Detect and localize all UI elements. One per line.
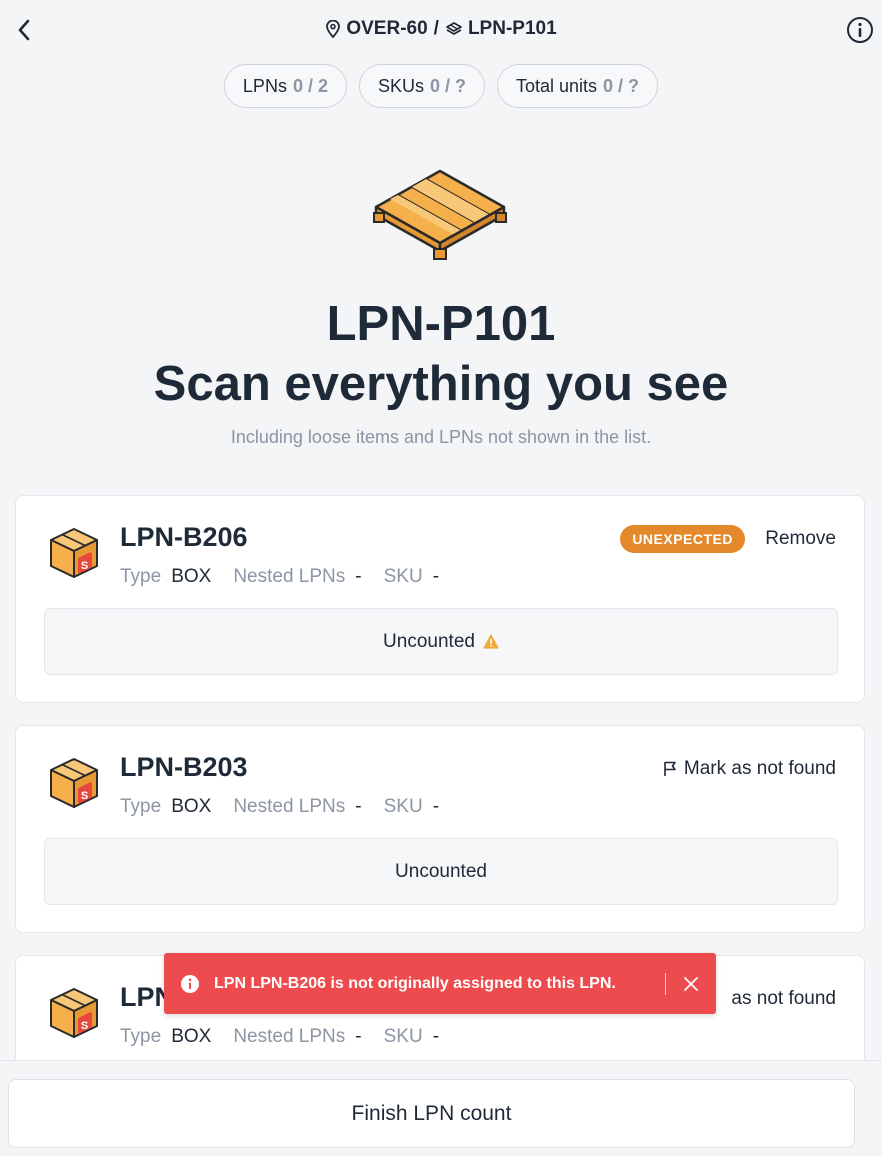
- nested-label: Nested LPNs: [233, 1026, 346, 1047]
- top-bar: OVER-60 / LPN-P101: [0, 0, 882, 60]
- svg-text:S: S: [81, 560, 88, 572]
- breadcrumb-separator: /: [433, 18, 439, 39]
- counter-value: 0 / ?: [603, 75, 640, 96]
- lpn-card[interactable]: S LPN-B206 UNEXPECTED Remove Type BOX Ne…: [15, 495, 865, 703]
- info-icon: [847, 17, 873, 43]
- sku-value: -: [432, 1026, 440, 1047]
- mark-not-found-label: as not found: [731, 988, 836, 1009]
- sku-label: SKU: [383, 796, 423, 817]
- mark-not-found-button[interactable]: Mark as not found: [663, 758, 836, 780]
- sku-label: SKU: [383, 566, 423, 587]
- count-status[interactable]: Uncounted: [44, 838, 838, 905]
- svg-text:S: S: [81, 790, 88, 802]
- type-label: Type: [120, 796, 162, 817]
- sku-value: -: [432, 796, 440, 817]
- lpn-meta: Type BOX Nested LPNs - SKU -: [120, 796, 461, 818]
- counter-label: Total units: [516, 75, 598, 96]
- unexpected-badge: UNEXPECTED: [620, 525, 745, 553]
- lpns-counter: LPNs 0 / 2: [223, 64, 347, 108]
- warning-icon: [483, 634, 499, 649]
- counter-pills: LPNs 0 / 2 SKUs 0 / ? Total units 0 / ?: [0, 64, 882, 108]
- toast-close-button[interactable]: [680, 973, 702, 995]
- sku-label: SKU: [383, 1026, 423, 1047]
- type-label: Type: [120, 566, 162, 587]
- counter-label: SKUs: [377, 75, 424, 96]
- lpn-card[interactable]: S LPN-B203 Mark as not found Type BOX Ne…: [15, 725, 865, 933]
- location-pin-icon: [326, 20, 341, 38]
- breadcrumb: OVER-60 / LPN-P101: [0, 18, 882, 40]
- nested-label: Nested LPNs: [233, 796, 346, 817]
- location-label: OVER-60: [346, 18, 428, 39]
- counter-value: 0 / ?: [429, 75, 466, 96]
- sku-value: -: [432, 566, 440, 587]
- count-status[interactable]: Uncounted: [44, 608, 838, 675]
- error-toast: LPN LPN-B206 is not originally assigned …: [164, 953, 716, 1014]
- type-value: BOX: [171, 566, 212, 587]
- mark-not-found-button[interactable]: as not found: [731, 988, 836, 1010]
- footer-bar: Finish LPN count: [0, 1060, 882, 1156]
- skus-counter: SKUs 0 / ?: [358, 64, 485, 108]
- nested-value: -: [355, 566, 362, 587]
- status-label: Uncounted: [395, 860, 487, 882]
- info-button[interactable]: [846, 16, 874, 44]
- type-value: BOX: [171, 1026, 212, 1047]
- lpn-code: LPN-B203: [120, 752, 248, 782]
- lpn-meta: Type BOX Nested LPNs - SKU -: [120, 566, 461, 588]
- page-hint: Including loose items and LPNs not shown…: [230, 427, 652, 447]
- counter-value: 0 / 2: [292, 75, 328, 96]
- lpn-code: LPN-B206: [120, 522, 248, 552]
- finish-lpn-count-button[interactable]: Finish LPN count: [8, 1079, 855, 1148]
- nested-value: -: [355, 796, 362, 817]
- lpn-count-screen: OVER-60 / LPN-P101 LPNs 0 / 2 SKUs 0 / ?…: [0, 0, 882, 1156]
- pallet-icon: [446, 22, 462, 35]
- info-circle-icon: [181, 974, 199, 993]
- lpn-label: LPN-P101: [467, 18, 557, 39]
- box-icon: S: [50, 988, 98, 1038]
- counter-label: LPNs: [242, 75, 287, 96]
- nested-value: -: [355, 1026, 362, 1047]
- page-subtitle: Scan everything you see: [153, 357, 729, 411]
- close-icon: [684, 976, 698, 991]
- nested-label: Nested LPNs: [233, 566, 346, 587]
- box-icon: S: [50, 528, 98, 578]
- type-label: Type: [120, 1026, 162, 1047]
- pallet-illustration: [373, 169, 507, 260]
- svg-text:S: S: [81, 1020, 88, 1032]
- toast-message: LPN LPN-B206 is not originally assigned …: [214, 974, 616, 992]
- mark-not-found-label: Mark as not found: [683, 758, 836, 779]
- box-icon: S: [50, 758, 98, 808]
- lpn-meta: Type BOX Nested LPNs - SKU -: [120, 1026, 461, 1048]
- status-label: Uncounted: [383, 630, 475, 652]
- type-value: BOX: [171, 796, 212, 817]
- total-units-counter: Total units 0 / ?: [497, 64, 659, 108]
- remove-button[interactable]: Remove: [765, 528, 836, 550]
- toast-divider: [665, 972, 666, 995]
- page-title: LPN-P101: [326, 297, 556, 351]
- flag-icon: [664, 761, 676, 776]
